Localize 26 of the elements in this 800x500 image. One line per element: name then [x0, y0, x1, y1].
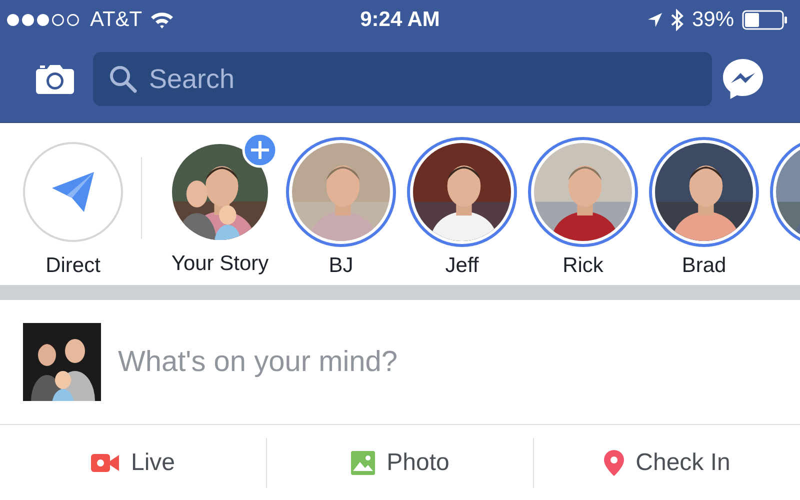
status-time: 9:24 AM — [360, 8, 440, 32]
video-camera-icon — [90, 452, 119, 472]
story-name: BJ — [328, 254, 354, 278]
add-icon[interactable] — [242, 132, 278, 168]
location-arrow-icon — [646, 12, 663, 28]
direct-button[interactable] — [23, 142, 123, 242]
story-avatar[interactable] — [528, 137, 638, 247]
map-pin-icon — [604, 450, 624, 476]
wifi-icon — [150, 11, 174, 29]
battery-icon — [742, 10, 788, 30]
story-avatar[interactable] — [649, 137, 759, 247]
battery-percent: 39% — [692, 8, 734, 32]
story-name: Brad — [682, 254, 726, 278]
signal-icon — [6, 13, 82, 27]
carrier-name: AT&T — [90, 8, 142, 32]
paper-plane-icon — [50, 170, 96, 214]
story-name: Your Story — [171, 252, 269, 276]
camera-icon[interactable] — [35, 63, 75, 95]
messenger-icon[interactable] — [721, 57, 765, 101]
story-avatar[interactable] — [407, 137, 517, 247]
search-field[interactable]: Search — [93, 52, 712, 106]
image-icon — [350, 450, 375, 474]
bluetooth-icon — [670, 9, 684, 31]
story-name: Jeff — [445, 254, 479, 278]
story-name: Direct — [46, 254, 100, 278]
story-name: Rick — [562, 254, 604, 278]
